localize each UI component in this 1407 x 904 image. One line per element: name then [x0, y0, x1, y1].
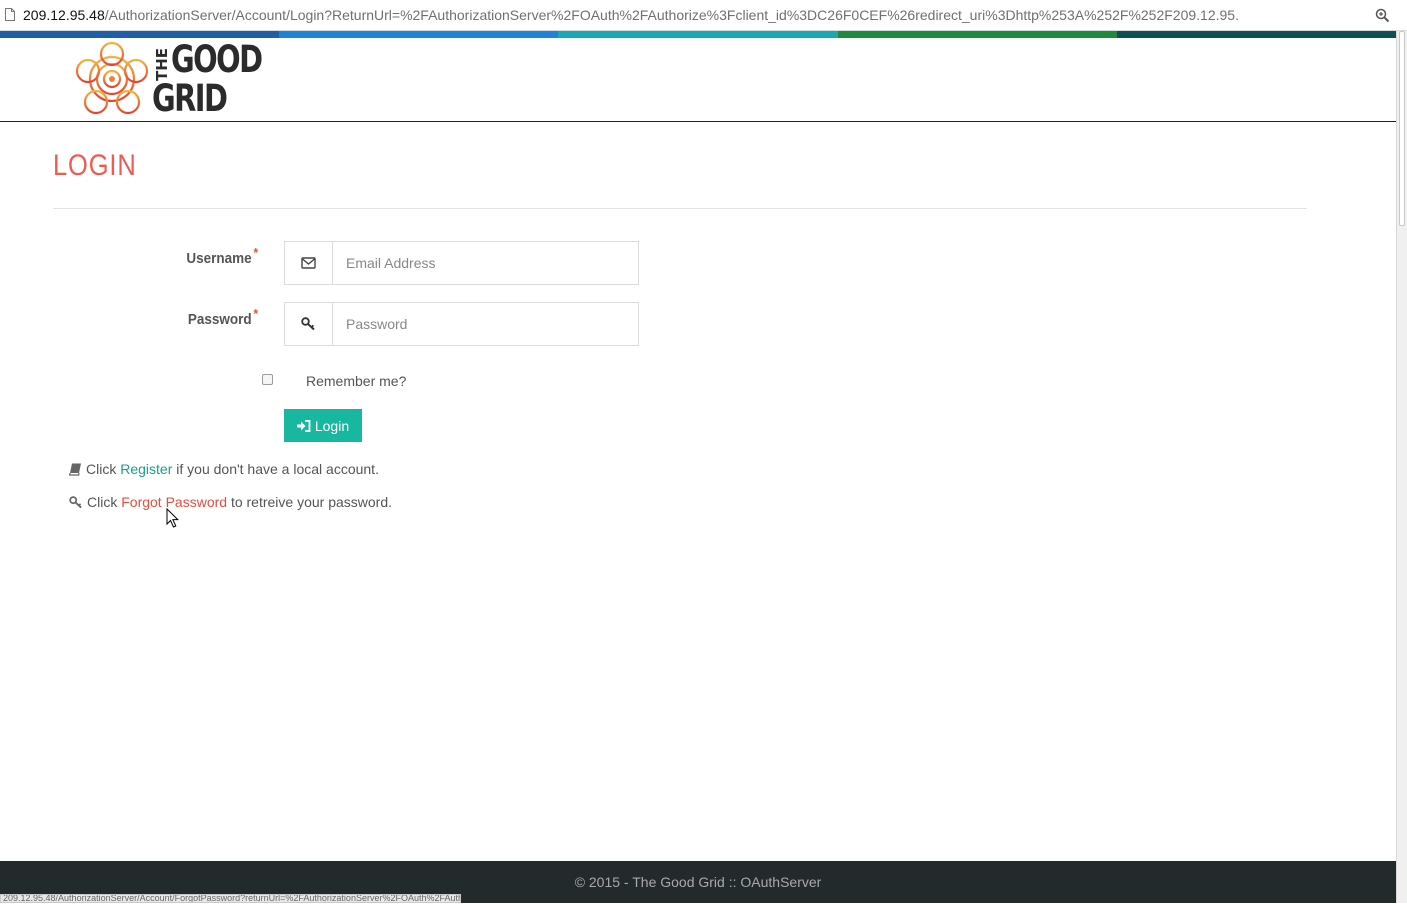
logo[interactable]: THE GOOD GRID: [74, 38, 266, 120]
forgot-help-line: Click Forgot Password to retreive your p…: [69, 494, 392, 510]
page-title: LOGIN: [53, 149, 137, 182]
title-divider: [53, 208, 1307, 209]
remember-me-checkbox[interactable]: [262, 374, 273, 385]
register-help-line: Click Register if you don't have a local…: [69, 461, 379, 477]
password-label: Password *: [78, 306, 258, 328]
url-host: 209.12.95.48: [23, 7, 105, 23]
site-header: THE GOOD GRID: [0, 38, 1396, 122]
url-path: /AuthorizationServer/Account/Login?Retur…: [104, 7, 1239, 23]
forgot-prefix: Click: [87, 494, 122, 510]
color-segment: [558, 31, 838, 38]
scrollbar-thumb[interactable]: [1399, 31, 1405, 226]
logo-text-grid: GRID: [152, 77, 228, 120]
footer-text: © 2015 - The Good Grid :: OAuthServer: [574, 874, 822, 890]
sign-in-icon: [296, 419, 311, 432]
mouse-cursor-icon: [166, 508, 180, 528]
username-addon: [285, 242, 333, 284]
url-text[interactable]: 209.12.95.48/AuthorizationServer/Account…: [23, 7, 1368, 23]
color-segment: [1116, 31, 1397, 38]
forgot-suffix: to retreive your password.: [227, 494, 393, 510]
password-addon: [285, 303, 333, 345]
envelope-icon: [301, 257, 316, 269]
key-icon: [301, 317, 315, 331]
logo-text-good: GOOD: [171, 38, 263, 81]
page-content: THE GOOD GRID LOGIN Username* Password*: [0, 38, 1396, 903]
zoom-icon[interactable]: [1375, 8, 1390, 23]
login-button[interactable]: Login: [284, 409, 362, 442]
required-marker: *: [253, 306, 258, 321]
username-input[interactable]: [333, 242, 638, 284]
book-icon: [69, 463, 81, 476]
status-url: 209.12.95.48/AuthorizationServer/Account…: [3, 894, 461, 903]
username-label-text: Username: [186, 250, 252, 267]
username-input-group: [284, 241, 639, 285]
password-label-text: Password: [187, 311, 252, 328]
password-input[interactable]: [333, 303, 638, 345]
password-input-group: [284, 302, 639, 346]
page-icon: [5, 8, 15, 21]
logo-flower-icon: [75, 41, 149, 115]
color-segment: [279, 31, 559, 38]
color-segment: [837, 31, 1117, 38]
vertical-scrollbar[interactable]: [1396, 31, 1407, 903]
username-label: Username *: [78, 245, 258, 267]
required-marker: *: [253, 245, 258, 260]
color-segment: [0, 31, 280, 38]
header-color-bar: [0, 31, 1397, 38]
register-link[interactable]: Register: [120, 461, 172, 477]
register-suffix: if you don't have a local account.: [172, 461, 379, 477]
key-icon: [69, 496, 82, 509]
browser-status-bar: 209.12.95.48/AuthorizationServer/Account…: [0, 894, 461, 903]
login-button-label: Login: [314, 417, 350, 434]
register-prefix: Click: [86, 461, 121, 477]
remember-me-label[interactable]: Remember me?: [306, 373, 406, 389]
address-bar[interactable]: 209.12.95.48/AuthorizationServer/Account…: [0, 0, 1407, 31]
